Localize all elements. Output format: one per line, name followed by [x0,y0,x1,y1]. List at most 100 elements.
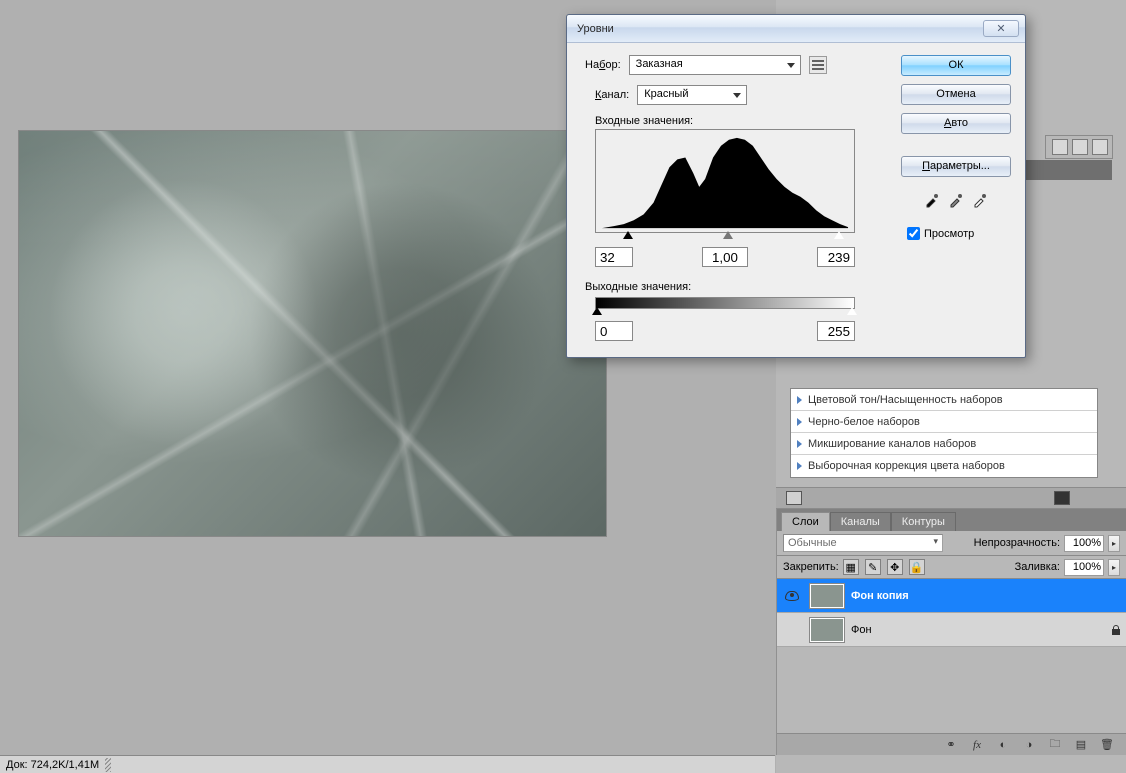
layer-mask-icon[interactable]: ◐ [994,738,1012,752]
blend-mode-value: Обычные [788,537,837,549]
lock-transparency-icon[interactable]: ▦ [843,559,859,575]
output-levels-label: Выходные значения: [585,281,885,293]
layer-thumbnail[interactable] [809,583,845,609]
lock-label: Закрепить: [783,561,839,573]
output-black-field[interactable] [595,321,633,341]
preview-checkbox-input[interactable] [907,227,920,240]
panel-divider-bar [776,487,1126,509]
new-layer-icon[interactable]: ▤ [1072,738,1090,752]
preset-row[interactable]: Выборочная коррекция цвета наборов [791,455,1097,477]
input-black-field[interactable] [595,247,633,267]
layer-name[interactable]: Фон копия [851,590,909,602]
gamma-handle[interactable] [723,231,733,239]
options-button[interactable]: Параметры... [901,156,1011,177]
output-white-field[interactable] [817,321,855,341]
preset-menu-icon[interactable] [809,56,827,74]
channel-value: Красный [644,88,688,100]
adjustments-mask-icon[interactable] [1054,491,1070,505]
preset-row[interactable]: Цветовой тон/Насыщенность наборов [791,389,1097,411]
opacity-input[interactable]: 100% [1064,535,1104,552]
channel-select[interactable]: Красный [637,85,747,105]
white-point-handle[interactable] [834,231,844,239]
lock-all-icon[interactable]: 🔒 [909,559,925,575]
input-slider[interactable] [595,233,855,241]
adjustment-preset-list: Цветовой тон/Насыщенность наборов Черно-… [790,388,1098,478]
palette-mini-icon[interactable] [1072,139,1088,155]
new-group-icon[interactable]: 🗀 [1046,738,1064,752]
input-levels-label: Входные значения: [595,115,885,127]
layer-row[interactable]: Фон [777,613,1126,647]
layers-options-row: Обычные Непрозрачность: 100% [777,531,1126,555]
blend-mode-select[interactable]: Обычные [783,534,943,552]
palette-mini-icon[interactable] [1092,139,1108,155]
gray-eyedropper-icon[interactable] [947,191,965,209]
preset-select[interactable]: Заказная [629,55,801,75]
close-button[interactable]: ✕ [983,20,1019,37]
layer-row[interactable]: Фон копия [777,579,1126,613]
new-adjustment-icon[interactable]: ◑ [1020,738,1038,752]
palette-mini-icon[interactable] [1052,139,1068,155]
panel-tabs: Слои Каналы Контуры [777,509,1126,531]
disclosure-triangle-icon [797,396,802,404]
layers-panel: Слои Каналы Контуры Обычные Непрозрачнос… [776,509,1126,755]
layers-toolbar: ⚭ fx ◐ ◑ 🗀 ▤ 🗑 [777,733,1126,755]
eyedropper-group [901,191,1011,209]
fill-label: Заливка: [1015,561,1060,573]
auto-button[interactable]: Авто [901,113,1011,134]
layer-thumbnail[interactable] [809,617,845,643]
preset-row[interactable]: Микширование каналов наборов [791,433,1097,455]
opacity-flyout-icon[interactable] [1108,535,1120,552]
channel-label: Канал: [595,89,629,101]
preset-value: Заказная [636,58,683,70]
output-black-handle[interactable] [592,307,602,315]
ok-button[interactable]: ОК [901,55,1011,76]
preset-label: Цветовой тон/Насыщенность наборов [808,394,1003,406]
layer-fx-icon[interactable]: fx [968,738,986,752]
fill-flyout-icon[interactable] [1108,559,1120,576]
fill-input[interactable]: 100% [1064,559,1104,576]
lock-image-icon[interactable]: ✎ [865,559,881,575]
disclosure-triangle-icon [797,418,802,426]
preset-label: Набор: [585,59,621,71]
status-grip-icon [105,758,111,772]
histogram[interactable] [595,129,855,233]
levels-dialog: Уровни ✕ Набор: Набор: Заказная Канал: К… [566,14,1026,358]
eye-icon [785,591,799,601]
cancel-button[interactable]: Отмена [901,84,1011,105]
link-layers-icon[interactable]: ⚭ [942,738,960,752]
document-canvas[interactable] [18,130,607,537]
adjustments-reset-icon[interactable] [786,491,802,505]
tab-channels[interactable]: Каналы [830,512,891,531]
input-gamma-field[interactable] [702,247,748,267]
preset-label: Микширование каналов наборов [808,438,976,450]
collapsed-palette [1045,135,1113,159]
black-point-handle[interactable] [623,231,633,239]
preset-row[interactable]: Черно-белое наборов [791,411,1097,433]
disclosure-triangle-icon [797,462,802,470]
opacity-label: Непрозрачность: [974,537,1060,549]
tab-paths[interactable]: Контуры [891,512,956,531]
preset-label: Черно-белое наборов [808,416,920,428]
lock-options-row: Закрепить: ▦ ✎ ✥ 🔒 Заливка: 100% [777,555,1126,579]
visibility-toggle[interactable] [781,585,803,607]
dialog-titlebar[interactable]: Уровни ✕ [567,15,1025,43]
layer-name[interactable]: Фон [851,624,872,636]
black-eyedropper-icon[interactable] [923,191,941,209]
disclosure-triangle-icon [797,440,802,448]
status-bar: Док: 724,2K/1,41M [0,755,775,773]
preset-label: Выборочная коррекция цвета наборов [808,460,1005,472]
status-doc-size: Док: 724,2K/1,41M [6,759,99,771]
lock-position-icon[interactable]: ✥ [887,559,903,575]
input-white-field[interactable] [817,247,855,267]
output-slider[interactable] [595,309,855,317]
dialog-title: Уровни [577,23,614,35]
tab-layers[interactable]: Слои [781,512,830,531]
output-white-handle[interactable] [847,307,857,315]
preview-checkbox[interactable]: Просмотр [901,227,1011,240]
delete-layer-icon[interactable]: 🗑 [1098,738,1116,752]
visibility-toggle[interactable] [781,619,803,641]
output-gradient[interactable] [595,297,855,309]
white-eyedropper-icon[interactable] [971,191,989,209]
lock-icon [1110,624,1122,636]
preview-label: Просмотр [924,228,974,240]
